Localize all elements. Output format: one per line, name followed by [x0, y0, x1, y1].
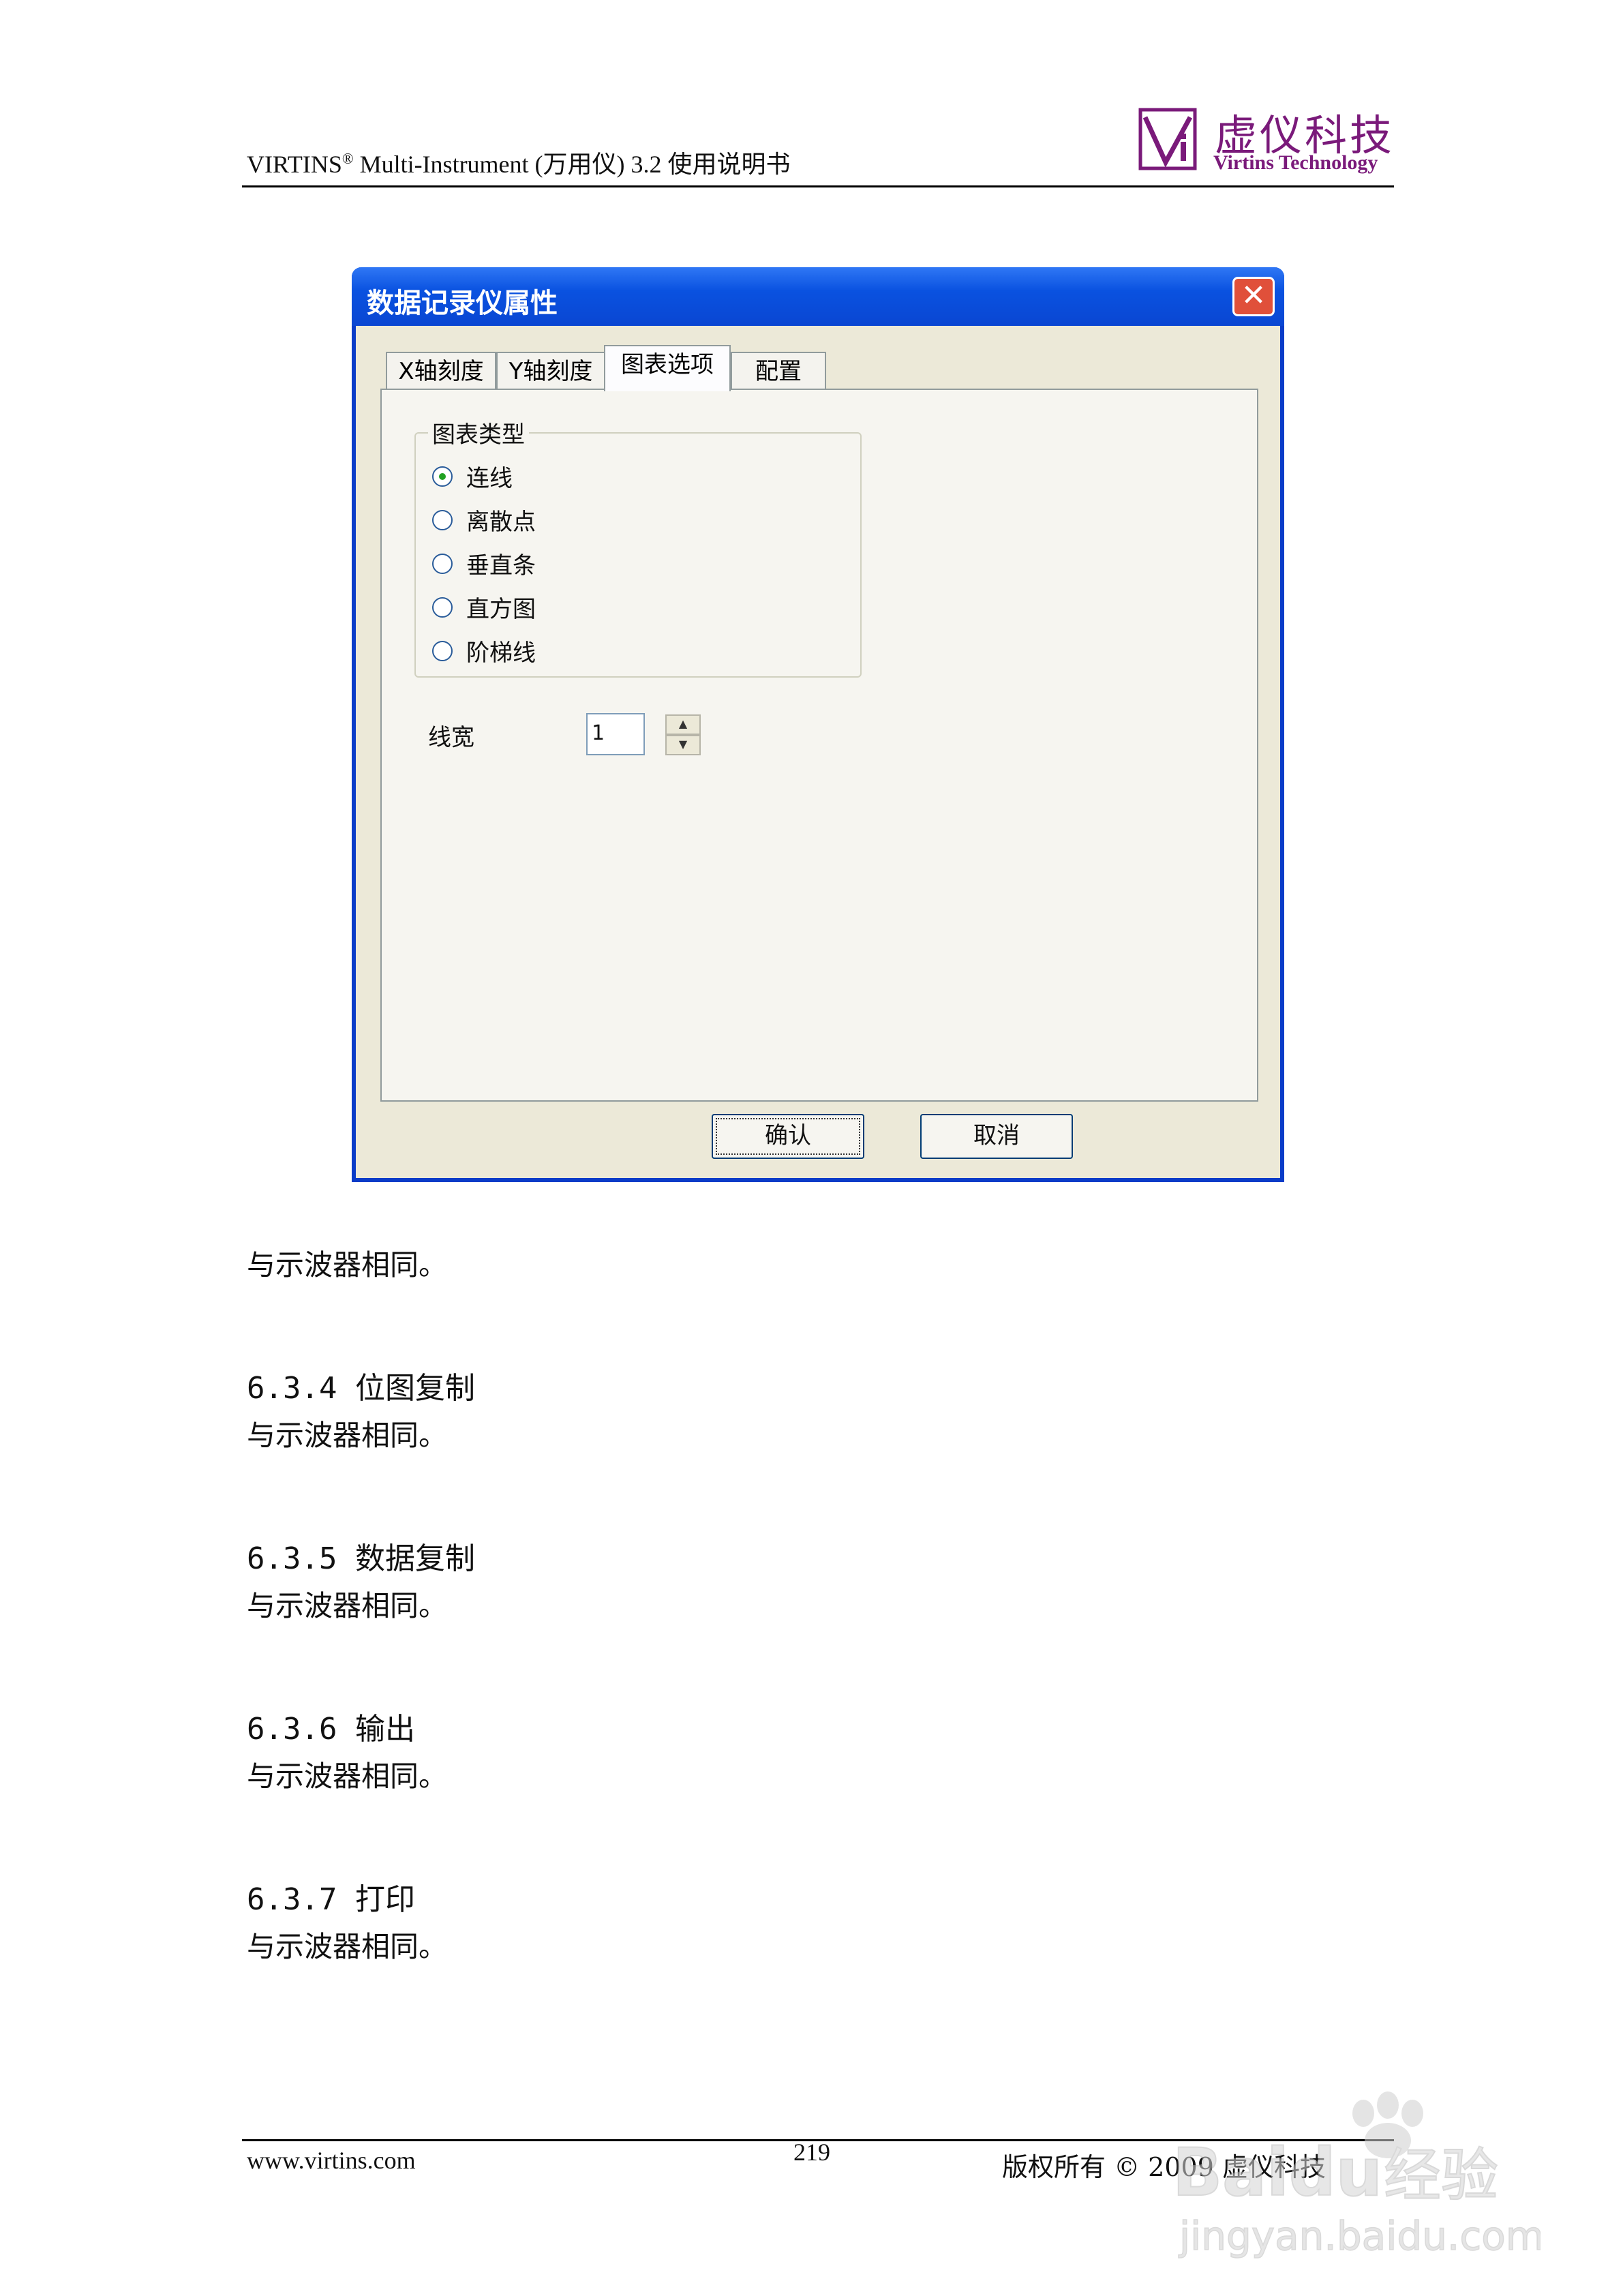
radio-label-histogram[interactable]: 直方图	[466, 590, 536, 624]
tab-chart-options[interactable]: 图表选项	[604, 345, 731, 391]
paragraph: 与示波器相同。	[247, 1759, 448, 1793]
svg-text:jingyan.baidu.com: jingyan.baidu.com	[1178, 2213, 1541, 2259]
svg-text:Baidu: Baidu	[1172, 2134, 1382, 2211]
spin-down-icon[interactable]: ▼	[665, 735, 701, 755]
header-rule	[242, 185, 1394, 187]
dialog-title: 数据记录仪属性	[367, 288, 558, 319]
section-heading: 6.3.7 打印	[247, 1882, 415, 1917]
logo-english-name: Virtins Technology	[1213, 151, 1378, 174]
header-title-text: Multi-Instrument (万用仪) 3.2 使用说明书	[353, 151, 791, 178]
paragraph: 与示波器相同。	[247, 1419, 448, 1452]
radio-vertical-bar[interactable]	[432, 554, 453, 574]
section-heading: 6.3.4 位图复制	[247, 1371, 475, 1406]
baidu-jingyan-watermark-icon: Baidu 经验 jingyan.baidu.com	[1172, 2091, 1541, 2260]
ok-button[interactable]: 确认	[712, 1114, 864, 1159]
paragraph: 与示波器相同。	[247, 1930, 448, 1963]
close-icon[interactable]: ✕	[1232, 277, 1275, 316]
radio-step-line[interactable]	[432, 641, 453, 661]
document-header-title: VIRTINS® Multi-Instrument (万用仪) 3.2 使用说明…	[247, 145, 791, 180]
tab-x-axis-scale[interactable]: X轴刻度	[386, 352, 496, 390]
virtins-logo-icon	[1138, 108, 1197, 170]
spin-up-icon[interactable]: ▲	[665, 714, 701, 735]
line-width-label: 线宽	[428, 724, 474, 751]
tab-configuration[interactable]: 配置	[731, 352, 826, 390]
chart-type-group-label: 图表类型	[428, 416, 529, 449]
footer-website: www.virtins.com	[247, 2147, 416, 2174]
paragraph: 与示波器相同。	[247, 1248, 448, 1282]
radio-label-step-line[interactable]: 阶梯线	[466, 634, 536, 667]
radio-line[interactable]	[432, 466, 453, 487]
section-heading: 6.3.6 输出	[247, 1712, 415, 1747]
section-heading: 6.3.5 数据复制	[247, 1541, 475, 1576]
brand-name: VIRTINS	[247, 151, 342, 178]
radio-label-vertical-bar[interactable]: 垂直条	[466, 547, 536, 580]
line-width-input[interactable]: 1	[586, 713, 645, 755]
cancel-button[interactable]: 取消	[920, 1114, 1073, 1159]
radio-label-line[interactable]: 连线	[466, 459, 513, 493]
paragraph: 与示波器相同。	[247, 1589, 448, 1622]
page-number: 219	[793, 2139, 830, 2166]
radio-histogram[interactable]	[432, 597, 453, 618]
radio-scatter[interactable]	[432, 510, 453, 530]
tab-y-axis-scale[interactable]: Y轴刻度	[496, 352, 605, 390]
registered-mark: ®	[342, 150, 354, 167]
radio-label-scatter[interactable]: 离散点	[466, 503, 536, 537]
svg-text:经验: 经验	[1384, 2142, 1498, 2209]
